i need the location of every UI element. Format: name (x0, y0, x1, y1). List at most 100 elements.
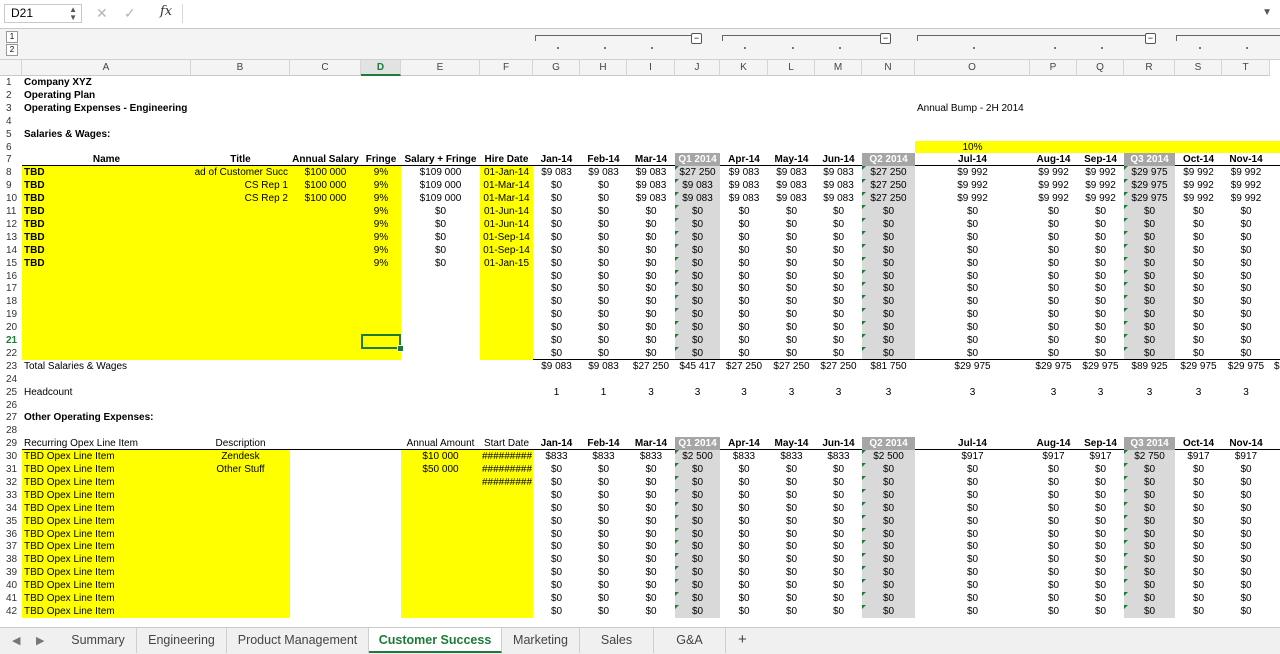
cell-F33[interactable] (480, 489, 533, 502)
cell-R11[interactable]: $0 (1124, 205, 1175, 218)
cell-M29[interactable]: Jun-14 (815, 437, 862, 450)
cell-Q30[interactable]: $917 (1077, 450, 1124, 463)
sheet-tab-marketing[interactable]: Marketing (502, 628, 580, 653)
cell-K14[interactable]: $0 (720, 244, 768, 257)
row-header-14[interactable]: 14 (0, 244, 22, 257)
cell-S33[interactable]: $0 (1175, 489, 1222, 502)
cell-R40[interactable]: $0 (1124, 579, 1175, 592)
cell-P25[interactable]: 3 (1030, 386, 1077, 399)
cell-Q22[interactable]: $0 (1077, 347, 1124, 360)
cell-B41[interactable] (191, 592, 290, 605)
cell-O3[interactable]: Annual Bump - 2H 2014 (915, 102, 1035, 115)
cell-J8[interactable]: $27 250 (675, 166, 720, 179)
cell-E41[interactable] (401, 592, 480, 605)
cell-L12[interactable]: $0 (768, 218, 815, 231)
cell-S8[interactable]: $9 992 (1175, 166, 1222, 179)
row-header-27[interactable]: 27 (0, 411, 22, 424)
cell-P17[interactable]: $0 (1030, 282, 1077, 295)
row-header-11[interactable]: 11 (0, 205, 22, 218)
row-header-7[interactable]: 7 (0, 153, 22, 166)
cell-R10[interactable]: $29 975 (1124, 192, 1175, 205)
select-all-corner[interactable] (0, 60, 22, 76)
cell-M34[interactable]: $0 (815, 502, 862, 515)
collapse-group-q2-icon[interactable]: − (880, 33, 891, 44)
cell-J32[interactable]: $0 (675, 476, 720, 489)
cell-L29[interactable]: May-14 (768, 437, 815, 450)
cell-G42[interactable]: $0 (533, 605, 580, 618)
cell-G25[interactable]: 1 (533, 386, 580, 399)
cell-O22[interactable]: $0 (915, 347, 1030, 360)
collapse-group-q1-icon[interactable]: − (691, 33, 702, 44)
cell-O23[interactable]: $29 975 (915, 360, 1030, 373)
name-box-stepper-icon[interactable]: ▲ ▼ (69, 6, 77, 22)
cell-H21[interactable]: $0 (580, 334, 627, 347)
cell-N40[interactable]: $0 (862, 579, 915, 592)
cell-I23[interactable]: $27 250 (627, 360, 675, 373)
cell-R9[interactable]: $29 975 (1124, 179, 1175, 192)
cell-T16[interactable]: $0 (1222, 270, 1270, 283)
cell-I35[interactable]: $0 (627, 515, 675, 528)
column-header-F[interactable]: F (480, 60, 533, 76)
row-header-17[interactable]: 17 (0, 282, 22, 295)
cell-J31[interactable]: $0 (675, 463, 720, 476)
column-header-T[interactable]: T (1222, 60, 1270, 76)
cell-R19[interactable]: $0 (1124, 308, 1175, 321)
cell-S19[interactable]: $0 (1175, 308, 1222, 321)
cell-L17[interactable]: $0 (768, 282, 815, 295)
cell-A29[interactable]: Recurring Opex Line Item (22, 437, 191, 450)
cell-T15[interactable]: $0 (1222, 257, 1270, 270)
cell-J10[interactable]: $9 083 (675, 192, 720, 205)
cell-H36[interactable]: $0 (580, 528, 627, 541)
cell-L34[interactable]: $0 (768, 502, 815, 515)
cell-S21[interactable]: $0 (1175, 334, 1222, 347)
cell-G12[interactable]: $0 (533, 218, 580, 231)
cell-F31[interactable]: ######### (480, 463, 533, 476)
cell-E36[interactable] (401, 528, 480, 541)
cell-R33[interactable]: $0 (1124, 489, 1175, 502)
cell-R36[interactable]: $0 (1124, 528, 1175, 541)
cell-B32[interactable] (191, 476, 290, 489)
row-header-12[interactable]: 12 (0, 218, 22, 231)
cell-R41[interactable]: $0 (1124, 592, 1175, 605)
cell-I39[interactable]: $0 (627, 566, 675, 579)
column-header-G[interactable]: G (533, 60, 580, 76)
cell-T13[interactable]: $0 (1222, 231, 1270, 244)
cell-J41[interactable]: $0 (675, 592, 720, 605)
cell-R39[interactable]: $0 (1124, 566, 1175, 579)
cell-T22[interactable]: $0 (1222, 347, 1270, 360)
cell-G17[interactable]: $0 (533, 282, 580, 295)
row-header-6[interactable]: 6 (0, 141, 22, 154)
column-header-I[interactable]: I (627, 60, 675, 76)
cell-H14[interactable]: $0 (580, 244, 627, 257)
row-header-20[interactable]: 20 (0, 321, 22, 334)
cell-D13[interactable]: 9% (361, 231, 401, 244)
cell-A13[interactable]: TBD (22, 231, 191, 244)
row-header-13[interactable]: 13 (0, 231, 22, 244)
cell-C14[interactable] (290, 244, 361, 257)
cell-K20[interactable]: $0 (720, 321, 768, 334)
cell-G32[interactable]: $0 (533, 476, 580, 489)
cell-H19[interactable]: $0 (580, 308, 627, 321)
cell-M10[interactable]: $9 083 (815, 192, 862, 205)
cell-S15[interactable]: $0 (1175, 257, 1222, 270)
cell-N35[interactable]: $0 (862, 515, 915, 528)
cell-E13[interactable]: $0 (401, 231, 480, 244)
cell-B15[interactable] (191, 257, 290, 270)
row-header-25[interactable]: 25 (0, 386, 22, 399)
cell-M19[interactable]: $0 (815, 308, 862, 321)
cell-E7[interactable]: Salary + Fringe (401, 153, 480, 166)
confirm-icon[interactable]: ✓ (124, 5, 136, 22)
cell-R18[interactable]: $0 (1124, 295, 1175, 308)
cell-O11[interactable]: $0 (915, 205, 1030, 218)
cell-M33[interactable]: $0 (815, 489, 862, 502)
cell-M12[interactable]: $0 (815, 218, 862, 231)
cell-K31[interactable]: $0 (720, 463, 768, 476)
cell-F40[interactable] (480, 579, 533, 592)
column-header-N[interactable]: N (862, 60, 915, 76)
formula-input[interactable] (190, 4, 1250, 23)
cell-C8[interactable]: $100 000 (290, 166, 361, 179)
row-header-19[interactable]: 19 (0, 308, 22, 321)
cell-N16[interactable]: $0 (862, 270, 915, 283)
cell-Q9[interactable]: $9 992 (1077, 179, 1124, 192)
cell-T25[interactable]: 3 (1222, 386, 1270, 399)
